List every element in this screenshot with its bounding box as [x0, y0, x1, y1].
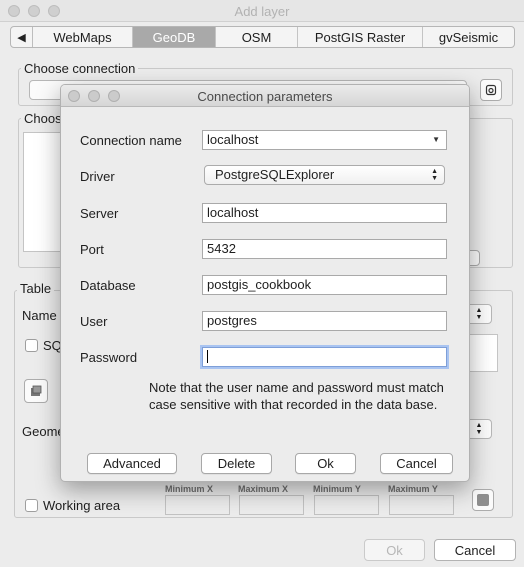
connection-name-value: localhost	[207, 132, 259, 147]
max-x-field[interactable]	[239, 495, 304, 515]
choose-table-title: Choos	[21, 111, 65, 126]
port-label: Port	[80, 242, 104, 257]
max-y-header: Maximum Y	[388, 484, 438, 494]
ok-button[interactable]: Ok	[364, 539, 425, 561]
database-field[interactable]: postgis_cookbook	[202, 275, 447, 295]
name-label: Name	[22, 308, 57, 323]
connection-name-label: Connection name	[80, 133, 182, 148]
working-area-checkbox[interactable]	[25, 499, 38, 512]
max-y-field[interactable]	[389, 495, 454, 515]
dialog-cancel-button[interactable]: Cancel	[380, 453, 453, 474]
table-list[interactable]	[23, 132, 61, 252]
sql-label: SQ	[43, 338, 62, 353]
database-icon	[485, 84, 497, 96]
server-label: Server	[80, 206, 119, 221]
working-area-label: Working area	[43, 498, 121, 513]
advanced-button[interactable]: Advanced	[87, 453, 177, 474]
user-field[interactable]: postgres	[202, 311, 447, 331]
connection-name-combo[interactable]: localhost ▼	[202, 130, 447, 150]
server-field[interactable]: localhost	[202, 203, 447, 223]
tab-webmaps[interactable]: WebMaps	[33, 27, 133, 47]
choose-connection-title: Choose connection	[21, 61, 139, 76]
layer-options-button[interactable]	[24, 379, 48, 403]
min-y-field[interactable]	[314, 495, 379, 515]
delete-button[interactable]: Delete	[201, 453, 272, 474]
connection-settings-button[interactable]	[480, 79, 502, 101]
connection-parameters-dialog: Connection parameters Connection name lo…	[60, 84, 470, 482]
password-label: Password	[80, 350, 138, 365]
updown-arrows-icon: ▲ ▼	[431, 168, 438, 182]
port-field[interactable]: 5432	[202, 239, 447, 259]
max-x-header: Maximum X	[238, 484, 289, 494]
pick-area-button[interactable]	[472, 489, 494, 511]
tab-gvseismic[interactable]: gvSeismic	[423, 27, 514, 47]
tab-geodb[interactable]: GeoDB	[133, 27, 216, 47]
text-caret	[207, 350, 208, 363]
chevron-down-icon: ▼	[432, 135, 440, 144]
tab-scroll-left-icon[interactable]: ◀	[11, 27, 33, 47]
user-label: User	[80, 314, 108, 329]
password-field[interactable]	[202, 347, 447, 367]
geometry-label: Geome	[22, 424, 65, 439]
database-label: Database	[80, 278, 136, 293]
layer-icon	[31, 385, 42, 396]
area-icon	[477, 494, 489, 506]
case-sensitivity-note: Note that the user name and password mus…	[149, 380, 444, 412]
min-x-field[interactable]	[165, 495, 230, 515]
tab-bar: ◀ WebMaps GeoDB OSM PostGIS Raster gvSei…	[10, 26, 515, 48]
driver-label: Driver	[80, 169, 115, 184]
table-group-title: Table	[17, 281, 55, 296]
sql-checkbox[interactable]	[25, 339, 38, 352]
min-y-header: Minimum Y	[313, 484, 361, 494]
tab-postgis-raster[interactable]: PostGIS Raster	[298, 27, 423, 47]
dialog-ok-button[interactable]: Ok	[295, 453, 356, 474]
sql-text-area[interactable]	[466, 334, 498, 372]
cancel-button[interactable]: Cancel	[434, 539, 516, 561]
tab-osm[interactable]: OSM	[216, 27, 298, 47]
driver-select[interactable]: PostgreSQLExplorer ▲ ▼	[204, 165, 445, 185]
min-x-header: Minimum X	[165, 484, 214, 494]
dialog-title: Connection parameters	[197, 89, 333, 104]
window-title: Add layer	[234, 4, 290, 19]
driver-value: PostgreSQLExplorer	[215, 167, 335, 182]
